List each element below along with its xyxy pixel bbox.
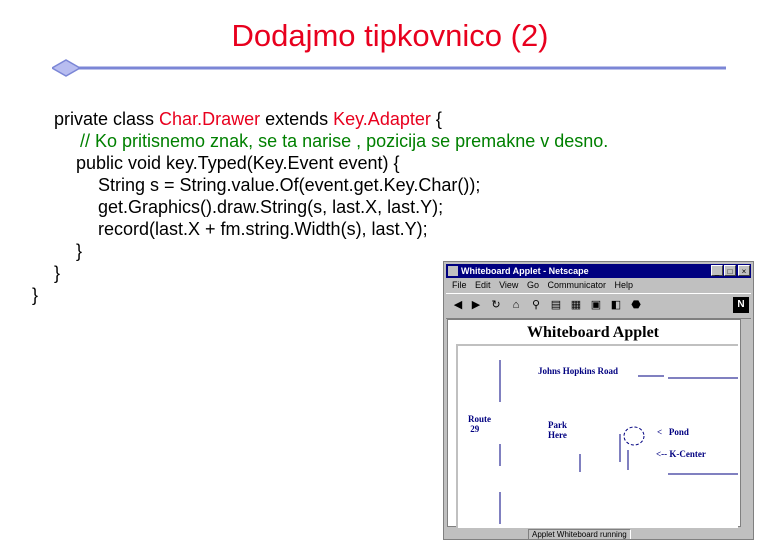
- code-statement: String s = String.value.Of(event.get.Key…: [98, 175, 481, 195]
- menu-edit[interactable]: Edit: [475, 280, 491, 290]
- menu-file[interactable]: File: [452, 280, 467, 290]
- guide-icon[interactable]: ▤: [548, 297, 564, 313]
- code-comment: // Ko pritisnemo znak, se ta narise , po…: [80, 131, 609, 151]
- netscape-app-icon: [448, 266, 458, 276]
- netscape-logo-icon: N: [733, 297, 749, 313]
- menu-go[interactable]: Go: [527, 280, 539, 290]
- search-icon[interactable]: ⚲: [528, 297, 544, 313]
- code-class-name: Char.Drawer: [159, 109, 261, 129]
- code-text: private class: [54, 109, 160, 129]
- home-icon[interactable]: ⌂: [508, 297, 524, 313]
- print-icon[interactable]: ▦: [568, 297, 584, 313]
- vertical-scrollbar[interactable]: [740, 319, 751, 527]
- window-title: Whiteboard Applet - Netscape: [461, 266, 589, 276]
- code-closing-brace: }: [54, 263, 61, 283]
- code-statement: record(last.X + fm.string.Width(s), last…: [98, 219, 428, 239]
- minimize-button[interactable]: _: [711, 265, 723, 276]
- code-text: extends: [260, 109, 334, 129]
- back-icon[interactable]: ◀: [450, 297, 466, 313]
- stop-icon[interactable]: ⬣: [628, 297, 644, 313]
- shop-icon[interactable]: ◧: [608, 297, 624, 313]
- menu-help[interactable]: Help: [615, 280, 634, 290]
- browser-window: Whiteboard Applet - Netscape _ □ × File …: [443, 261, 754, 540]
- navigation-toolbar: ◀ ▶ ↻ ⌂ ⚲ ▤ ▦ ▣ ◧ ⬣ N: [446, 293, 751, 319]
- code-closing-brace: }: [32, 285, 39, 305]
- slide-title: Dodajmo tipkovnico (2): [231, 18, 549, 53]
- page-content: Whiteboard Applet Johns Hopkins Road Rou…: [447, 319, 744, 528]
- code-line-class-decl: private class Char.Drawer extends Key.Ad…: [54, 108, 442, 130]
- close-button[interactable]: ×: [738, 265, 750, 276]
- maximize-button[interactable]: □: [724, 265, 736, 276]
- whiteboard-canvas[interactable]: Johns Hopkins Road Route 29 Park Here < …: [456, 344, 738, 528]
- status-bar: Applet Whiteboard running: [446, 528, 751, 539]
- forward-icon[interactable]: ▶: [468, 297, 484, 313]
- security-icon[interactable]: ▣: [588, 297, 604, 313]
- browser-titlebar: Whiteboard Applet - Netscape _ □ ×: [446, 264, 751, 278]
- menu-bar: File Edit View Go Communicator Help: [446, 279, 633, 292]
- status-text: Applet Whiteboard running: [528, 529, 631, 539]
- title-divider: [52, 59, 726, 77]
- applet-title: Whiteboard Applet: [526, 324, 659, 341]
- code-statement: get.Graphics().draw.String(s, last.X, la…: [98, 197, 444, 217]
- code-text: {: [430, 109, 442, 129]
- code-superclass-name: Key.Adapter: [333, 109, 431, 129]
- menu-communicator[interactable]: Communicator: [547, 280, 606, 290]
- code-method-decl: public void key.Typed(Key.Event event) {: [76, 153, 400, 173]
- reload-icon[interactable]: ↻: [488, 297, 504, 313]
- menu-view[interactable]: View: [499, 280, 518, 290]
- code-closing-brace: }: [76, 241, 83, 261]
- whiteboard-drawing: [499, 360, 738, 524]
